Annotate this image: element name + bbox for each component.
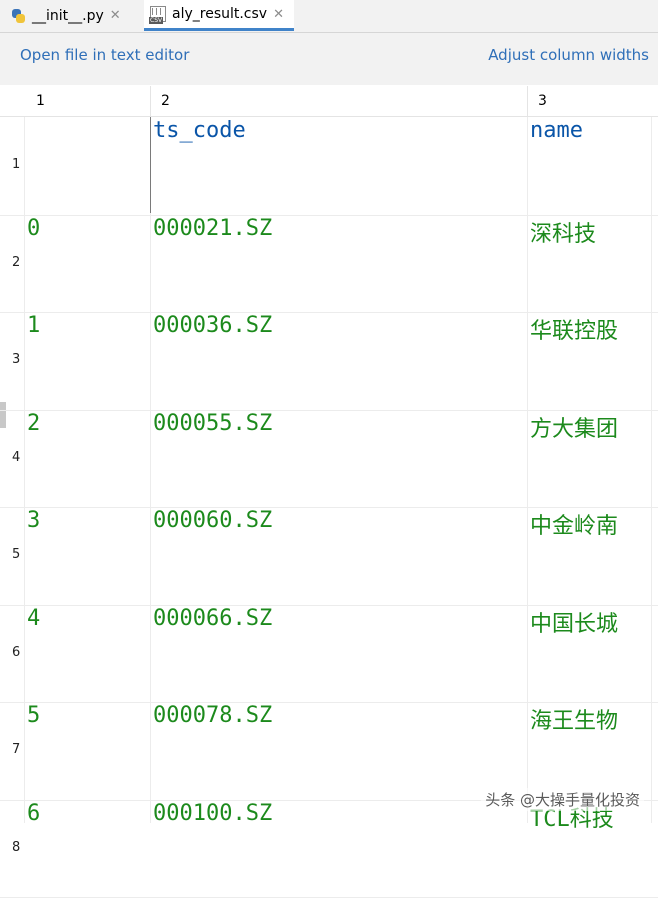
open-in-text-editor-link[interactable]: Open file in text editor xyxy=(20,46,189,64)
table-cell[interactable]: 000055.SZ xyxy=(153,411,272,436)
adjust-column-widths-link[interactable]: Adjust column widths xyxy=(488,46,649,64)
row-number[interactable]: 4 xyxy=(12,450,20,465)
close-icon[interactable]: ✕ xyxy=(273,7,284,22)
tab-aly-result-csv[interactable]: CSV aly_result.csv ✕ xyxy=(144,0,294,31)
tab-init-py[interactable]: __init__.py ✕ xyxy=(10,0,142,31)
watermark: 头条 @大操手量化投资 xyxy=(481,788,644,811)
row-number[interactable]: 2 xyxy=(12,255,20,270)
table-cell[interactable]: 4 xyxy=(27,606,40,631)
table-cell[interactable]: 000078.SZ xyxy=(153,703,272,728)
column-divider xyxy=(150,117,151,823)
cell-cursor xyxy=(150,117,151,213)
column-divider xyxy=(651,117,652,823)
table-cell[interactable]: 5 xyxy=(27,703,40,728)
column-header-3[interactable]: 3 xyxy=(538,93,547,109)
row-number-gutter xyxy=(0,117,24,823)
table-cell[interactable]: 000036.SZ xyxy=(153,313,272,338)
table-cell[interactable]: 中国长城 xyxy=(530,606,618,638)
column-header-2[interactable]: 2 xyxy=(161,93,170,109)
csv-toolbar: Open file in text editor Adjust column w… xyxy=(0,33,658,85)
row-number[interactable]: 6 xyxy=(12,645,20,660)
table-cell[interactable]: 000100.SZ xyxy=(153,801,272,826)
table-cell[interactable]: 000060.SZ xyxy=(153,508,272,533)
table-cell[interactable]: 000021.SZ xyxy=(153,216,272,241)
row-number[interactable]: 8 xyxy=(12,840,20,855)
tab-label: __init__.py xyxy=(32,7,104,24)
row-number[interactable]: 3 xyxy=(12,352,20,367)
python-file-icon xyxy=(10,8,26,24)
row-number[interactable]: 7 xyxy=(12,742,20,757)
header-cell[interactable]: ts_code xyxy=(153,118,246,143)
table-cell[interactable]: 方大集团 xyxy=(530,411,618,443)
table-cell[interactable]: 000066.SZ xyxy=(153,606,272,631)
column-divider xyxy=(24,117,25,823)
column-divider xyxy=(527,117,528,823)
table-cell[interactable]: 海王生物 xyxy=(530,703,618,735)
table-cell[interactable]: 0 xyxy=(27,216,40,241)
editor-tab-bar: __init__.py ✕ CSV aly_result.csv ✕ xyxy=(0,0,658,33)
tab-label: aly_result.csv xyxy=(172,6,268,22)
row-number[interactable]: 1 xyxy=(12,157,20,172)
csv-file-icon: CSV xyxy=(149,6,166,24)
close-icon[interactable]: ✕ xyxy=(110,8,121,23)
column-header-1[interactable]: 1 xyxy=(36,93,45,109)
table-cell[interactable]: 1 xyxy=(27,313,40,338)
column-header-row: 1 2 3 xyxy=(0,86,658,117)
table-cell[interactable]: 3 xyxy=(27,508,40,533)
table-cell[interactable]: 2 xyxy=(27,411,40,436)
header-cell[interactable]: name xyxy=(530,118,583,143)
table-cell[interactable]: 中金岭南 xyxy=(530,508,618,540)
table-cell[interactable]: 华联控股 xyxy=(530,313,618,345)
table-cell[interactable]: 深科技 xyxy=(530,216,596,248)
row-number[interactable]: 5 xyxy=(12,547,20,562)
scroll-indicator[interactable] xyxy=(0,402,6,428)
table-cell[interactable]: 6 xyxy=(27,801,40,826)
